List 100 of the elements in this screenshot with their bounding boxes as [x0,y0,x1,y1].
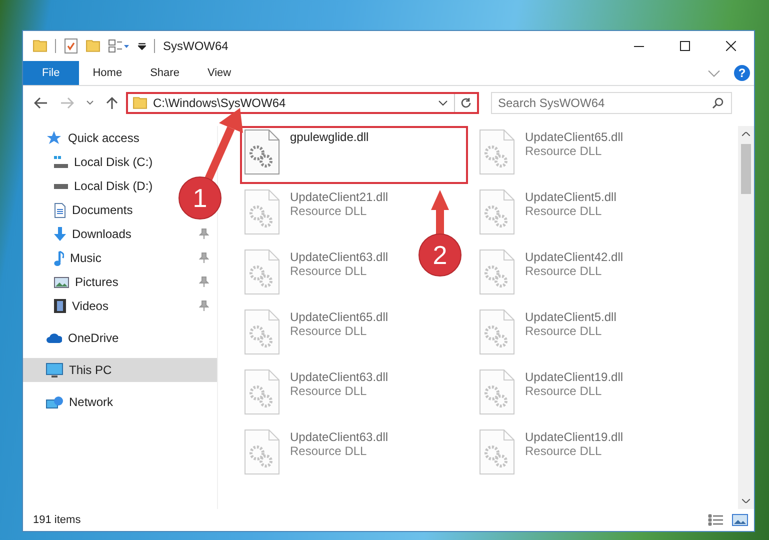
file-name: UpdateClient5.dll [525,190,616,204]
music-note-icon [54,250,64,266]
ribbon-tab[interactable]: File [23,61,79,85]
sidebar-item[interactable]: Videos [23,294,217,318]
cloud-icon [46,333,62,343]
sidebar-item[interactable]: Pictures [23,270,217,294]
file-item[interactable]: UpdateClient65.dll Resource DLL [240,306,392,364]
film-icon [54,299,66,313]
file-item[interactable]: UpdateClient21.dll Resource DLL [240,186,392,244]
sidebar-item[interactable]: Local Disk (C:) [23,150,161,174]
file-name: UpdateClient5.dll [525,310,616,324]
pin-icon[interactable] [199,228,209,240]
file-type: Resource DLL [290,444,368,458]
gear-file-icon [244,129,280,175]
recent-dropdown-icon[interactable] [86,100,94,106]
sidebar-item[interactable]: Network [23,390,122,414]
file-type: Resource DLL [525,324,603,338]
annotation-arrow [431,190,449,236]
file-item[interactable]: UpdateClient65.dll Resource DLL [475,126,628,184]
picture-icon [54,276,69,288]
gear-file-icon [479,249,515,295]
large-icons-view-icon[interactable] [732,514,748,526]
file-name: gpulewglide.dll [290,130,369,144]
star-icon [46,130,62,146]
sidebar-item[interactable]: Downloads [23,222,217,246]
scrollbar-thumb[interactable] [741,144,751,194]
file-type: Resource DLL [525,384,603,398]
file-name: UpdateClient65.dll [290,310,388,324]
close-icon [726,41,736,51]
file-item[interactable]: UpdateClient5.dll Resource DLL [475,306,620,364]
file-item[interactable]: UpdateClient63.dll Resource DLL [240,246,392,304]
file-type: Resource DLL [525,144,603,158]
folder-icon[interactable] [86,40,100,52]
scroll-up-icon[interactable] [742,132,750,136]
up-arrow-icon[interactable] [106,96,118,110]
sidebar-item[interactable]: This PC [23,358,217,382]
file-item[interactable]: UpdateClient63.dll Resource DLL [240,366,392,424]
file-item[interactable]: UpdateClient5.dll Resource DLL [475,186,620,244]
sidebar-item[interactable]: Documents [23,198,141,222]
monitor-icon [46,362,63,378]
sidebar-item[interactable]: Quick access [23,126,148,150]
help-button[interactable]: ? [734,65,750,81]
window-title: SysWOW64 [163,39,228,53]
drive-icon [54,184,68,188]
download-arrow-icon [54,227,66,241]
gear-file-icon [479,429,515,475]
file-item[interactable]: gpulewglide.dll [240,126,468,184]
expand-ribbon-icon[interactable] [708,70,720,76]
ribbon-tab[interactable]: Home [78,61,136,85]
file-name: UpdateClient65.dll [525,130,624,144]
pin-icon[interactable] [199,276,209,288]
file-name: UpdateClient63.dll [290,430,388,444]
file-type: Resource DLL [290,384,368,398]
gear-file-icon [244,309,280,355]
file-item[interactable]: UpdateClient42.dll Resource DLL [475,246,628,304]
file-name: UpdateClient63.dll [290,250,388,264]
sidebar-item[interactable]: Local Disk (D:) [23,174,161,198]
scroll-down-icon[interactable] [742,499,750,503]
file-name: UpdateClient42.dll [525,250,624,264]
ribbon-tab[interactable]: Share [136,61,194,85]
gear-file-icon [244,429,280,475]
gear-file-icon [479,369,515,415]
drive-icon [54,156,68,168]
file-item[interactable]: UpdateClient19.dll Resource DLL [475,426,628,484]
maximize-icon [680,41,690,51]
item-count: 191 items [33,514,81,526]
ribbon-tab[interactable]: View [193,61,246,85]
step-badge: 2 [418,234,462,276]
document-icon [54,202,66,218]
file-name: UpdateClient63.dll [290,370,388,384]
properties-icon[interactable] [64,38,78,54]
dropdown-icon[interactable] [138,42,146,50]
file-name: UpdateClient19.dll [525,430,624,444]
back-arrow-icon[interactable] [34,97,48,109]
view-icon[interactable] [108,39,130,53]
sidebar-item[interactable]: OneDrive [23,326,127,350]
file-item[interactable]: UpdateClient19.dll Resource DLL [475,366,628,424]
gear-file-icon [479,309,515,355]
file-type: Resource DLL [290,264,368,278]
folder-icon[interactable] [33,40,47,52]
file-item[interactable]: UpdateClient63.dll Resource DLL [240,426,392,484]
network-icon [46,396,63,408]
step-badge: 1 [178,176,222,220]
details-view-icon[interactable] [708,514,724,526]
search-field[interactable]: Search SysWOW64 [491,92,732,114]
gear-file-icon [479,189,515,235]
gear-file-icon [479,129,515,175]
file-type: Resource DLL [290,204,368,218]
file-name: UpdateClient21.dll [290,190,388,204]
file-type: Resource DLL [525,444,603,458]
pin-icon[interactable] [199,300,209,312]
pin-icon[interactable] [199,252,209,264]
gear-file-icon [244,249,280,295]
file-type: Resource DLL [525,264,603,278]
file-name: UpdateClient19.dll [525,370,624,384]
address-bar[interactable]: C:\Windows\SysWOW64 [126,92,479,114]
sidebar-item[interactable]: Music [23,246,217,270]
scrollbar[interactable] [738,126,754,509]
file-type: Resource DLL [525,204,603,218]
gear-file-icon [244,369,280,415]
